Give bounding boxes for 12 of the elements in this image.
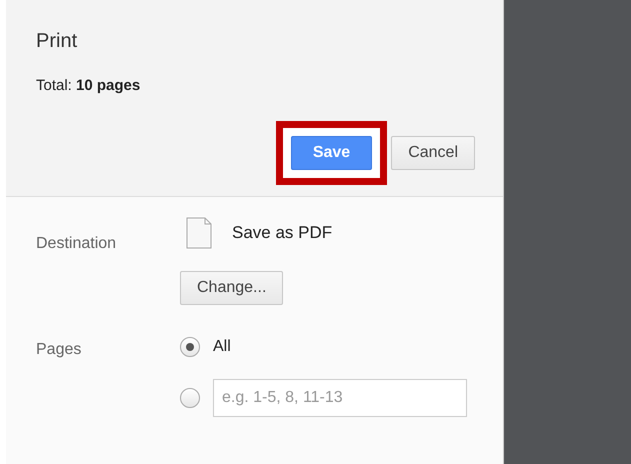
page-total: Total: 10 pages	[36, 77, 142, 94]
pages-label: Pages	[36, 340, 82, 360]
cancel-button[interactable]: Cancel	[391, 136, 475, 170]
all-option-label: All	[213, 338, 231, 356]
page-range-field[interactable]: e.g. 1-5, 8, 11-13	[213, 379, 467, 417]
document-icon	[186, 217, 212, 249]
dialog-title: Print	[36, 29, 78, 53]
destination-label: Destination	[36, 234, 118, 254]
change-button[interactable]: Change...	[180, 271, 284, 305]
destination-name: Save as PDF	[232, 223, 332, 243]
radio-button[interactable]	[180, 388, 200, 408]
radio-button[interactable]	[180, 337, 200, 357]
